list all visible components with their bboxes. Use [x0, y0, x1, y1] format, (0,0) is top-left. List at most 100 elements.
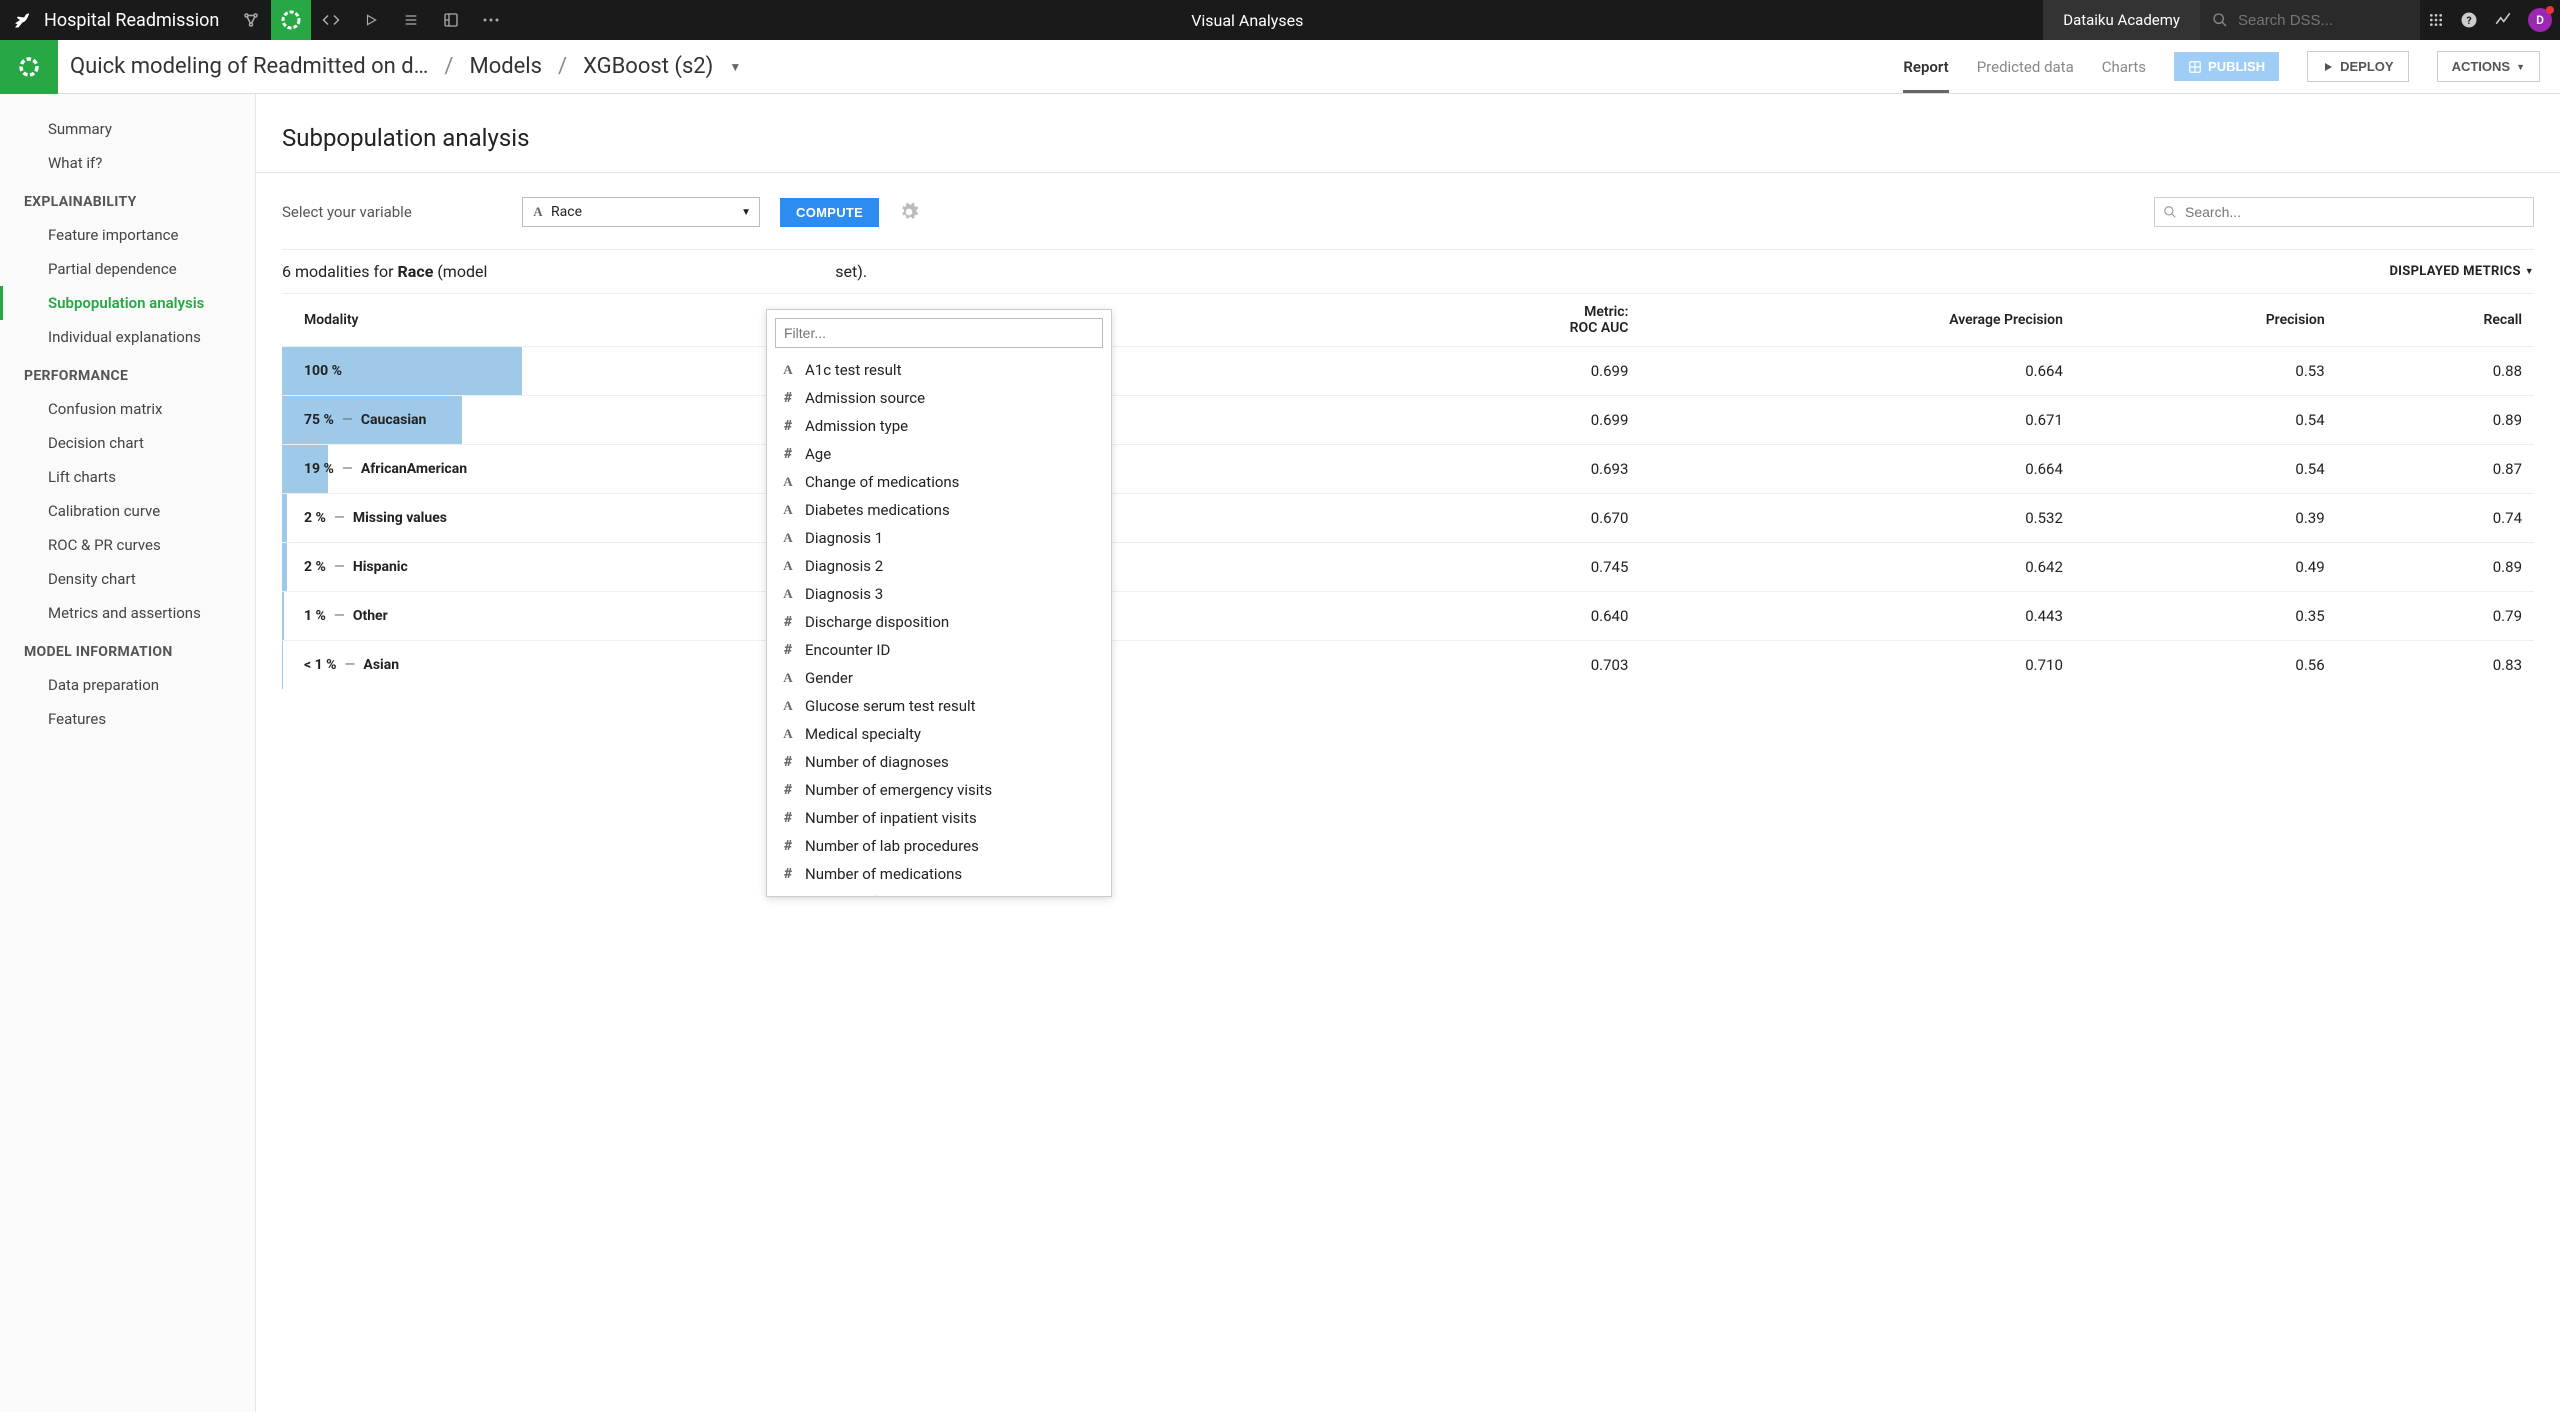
dropdown-option[interactable]: #Number of emergency visits — [767, 776, 1111, 804]
dropdown-option[interactable]: AGender — [767, 664, 1111, 692]
dropdown-option[interactable]: #Number of diagnoses — [767, 748, 1111, 776]
col-roc: Metric: ROC AUC — [1379, 294, 1640, 347]
dropdown-option[interactable]: #Encounter ID — [767, 636, 1111, 664]
publish-button[interactable]: PUBLISH — [2174, 52, 2279, 81]
sidebar-item-dataprep[interactable]: Data preparation — [0, 668, 255, 702]
displayed-metrics-label: DISPLAYED METRICS — [2389, 264, 2520, 279]
dropdown-option[interactable]: #Age — [767, 440, 1111, 468]
recipe-icon[interactable] — [271, 0, 311, 40]
publish-icon — [2188, 60, 2202, 74]
content-area: Subpopulation analysis Select your varia… — [256, 94, 2560, 1412]
logo-bird-icon[interactable] — [0, 0, 40, 40]
table-row[interactable]: < 1 %—Asian 0.7030.7100.560.83 — [282, 641, 2534, 690]
dashboard-icon[interactable] — [431, 0, 471, 40]
sidebar-item-lift[interactable]: Lift charts — [0, 460, 255, 494]
sidebar-item-whatif[interactable]: What if? — [0, 146, 255, 180]
apps-icon[interactable] — [2428, 12, 2444, 28]
activity-icon[interactable] — [2494, 11, 2512, 29]
crumb-2[interactable]: Models — [469, 54, 542, 79]
flow-icon[interactable] — [231, 0, 271, 40]
dropdown-option[interactable]: AMedical specialty — [767, 720, 1111, 748]
dropdown-option[interactable]: AChange of medications — [767, 468, 1111, 496]
dropdown-option[interactable]: #Admission type — [767, 412, 1111, 440]
sidebar-item-roc[interactable]: ROC & PR curves — [0, 528, 255, 562]
table-row[interactable]: 2 %—Missing values 0.6700.5320.390.74 — [282, 494, 2534, 543]
dropdown-option[interactable]: #Number of outpatient visits — [767, 888, 1111, 896]
table-row[interactable]: 100 % 0.6990.6640.530.88 — [282, 347, 2534, 396]
dropdown-option[interactable]: ADiabetes medications — [767, 496, 1111, 524]
select-variable-label: Select your variable — [282, 203, 502, 221]
crumb-3[interactable]: XGBoost (s2) — [583, 54, 713, 79]
table-row[interactable]: 2 %—Hispanic 0.7450.6420.490.89 — [282, 543, 2534, 592]
dropdown-option[interactable]: #Number of inpatient visits — [767, 804, 1111, 832]
table-row[interactable]: 75 %—Caucasian 0.6990.6710.540.89 — [282, 396, 2534, 445]
sidebar-item-decision[interactable]: Decision chart — [0, 426, 255, 460]
page-title: Subpopulation analysis — [282, 114, 2534, 172]
actions-button[interactable]: ACTIONS ▼ — [2437, 51, 2540, 82]
tab-report[interactable]: Report — [1903, 58, 1948, 93]
controls-row: Select your variable A Race ▼ COMPUTE — [282, 197, 2534, 227]
dropdown-option[interactable]: AA1c test result — [767, 356, 1111, 384]
table-search[interactable] — [2154, 197, 2534, 227]
text-type-icon: A — [531, 204, 545, 220]
sidebar-item-metrics[interactable]: Metrics and assertions — [0, 596, 255, 630]
crumb-1[interactable]: Quick modeling of Readmitted on d… — [70, 54, 428, 79]
dropdown-option[interactable]: ADiagnosis 1 — [767, 524, 1111, 552]
model-tabs: Report Predicted data Charts PUBLISH DEP… — [1903, 51, 2560, 82]
academy-link[interactable]: Dataiku Academy — [2043, 0, 2200, 40]
dropdown-option[interactable]: #Discharge disposition — [767, 608, 1111, 636]
model-icon[interactable] — [0, 40, 58, 94]
sidebar-item-features[interactable]: Features — [0, 702, 255, 736]
sidebar-item-calibration[interactable]: Calibration curve — [0, 494, 255, 528]
crumb-caret-icon[interactable]: ▼ — [729, 60, 741, 74]
table-row[interactable]: 19 %—AfricanAmerican 0.6930.6640.540.87 — [282, 445, 2534, 494]
compute-button[interactable]: COMPUTE — [780, 198, 879, 227]
tab-charts[interactable]: Charts — [2102, 58, 2146, 76]
chevron-down-icon: ▼ — [2525, 266, 2534, 277]
sidebar-item-partial-dependence[interactable]: Partial dependence — [0, 252, 255, 286]
sidebar-item-individual-explanations[interactable]: Individual explanations — [0, 320, 255, 354]
deploy-button[interactable]: DEPLOY — [2307, 51, 2408, 82]
displayed-metrics-button[interactable]: DISPLAYED METRICS ▼ — [2389, 264, 2534, 279]
code-icon[interactable] — [311, 0, 351, 40]
sidebar-section-model-info: MODEL INFORMATION — [0, 630, 255, 668]
modalities-variable: Race — [398, 262, 434, 281]
sidebar-section-performance: PERFORMANCE — [0, 354, 255, 392]
dropdown-option[interactable]: ADiagnosis 3 — [767, 580, 1111, 608]
breadcrumb: Quick modeling of Readmitted on d… / Mod… — [58, 54, 1903, 79]
global-search-input[interactable] — [2238, 12, 2388, 29]
col-precision: Precision — [2075, 294, 2337, 347]
deploy-icon — [2322, 61, 2334, 73]
sidebar-item-feature-importance[interactable]: Feature importance — [0, 218, 255, 252]
layers-icon[interactable] — [391, 0, 431, 40]
deploy-label: DEPLOY — [2340, 59, 2393, 74]
global-search[interactable] — [2200, 0, 2420, 40]
dropdown-filter-input[interactable] — [775, 318, 1103, 348]
help-icon[interactable]: ? — [2460, 11, 2478, 29]
col-recall: Recall — [2337, 294, 2534, 347]
tab-predicted[interactable]: Predicted data — [1977, 58, 2074, 76]
more-icon[interactable] — [471, 0, 511, 40]
dropdown-option[interactable]: #Admission source — [767, 384, 1111, 412]
crumb-sep: / — [558, 54, 567, 79]
actions-label: ACTIONS — [2452, 59, 2511, 74]
dropdown-option[interactable]: #Number of medications — [767, 860, 1111, 888]
sidebar-item-confusion[interactable]: Confusion matrix — [0, 392, 255, 426]
chevron-down-icon: ▼ — [2516, 62, 2525, 72]
gear-icon[interactable] — [899, 202, 919, 222]
sidebar-item-density[interactable]: Density chart — [0, 562, 255, 596]
table-search-input[interactable] — [2185, 204, 2525, 220]
search-icon — [2163, 205, 2177, 219]
play-icon[interactable] — [351, 0, 391, 40]
modalities-prefix: 6 modalities for — [282, 262, 398, 281]
user-avatar[interactable]: D — [2528, 8, 2552, 32]
variable-select[interactable]: A Race ▼ — [522, 197, 760, 227]
dropdown-option[interactable]: #Number of lab procedures — [767, 832, 1111, 860]
project-name[interactable]: Hospital Readmission — [40, 10, 231, 31]
dropdown-option[interactable]: ADiagnosis 2 — [767, 552, 1111, 580]
sidebar-item-summary[interactable]: Summary — [0, 112, 255, 146]
table-row[interactable]: 1 %—Other 0.6400.4430.350.79 — [282, 592, 2534, 641]
dropdown-option[interactable]: AGlucose serum test result — [767, 692, 1111, 720]
sidebar-item-subpopulation[interactable]: Subpopulation analysis — [0, 286, 255, 320]
breadcrumb-bar: Quick modeling of Readmitted on d… / Mod… — [0, 40, 2560, 94]
